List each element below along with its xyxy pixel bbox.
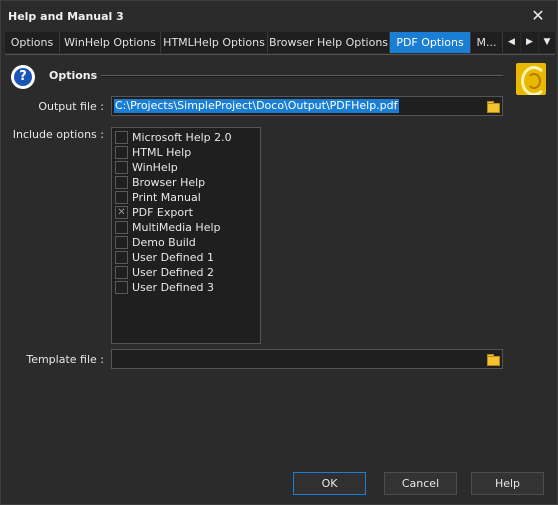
checkbox[interactable] bbox=[115, 131, 128, 144]
tab-options[interactable]: Options bbox=[5, 32, 60, 53]
ok-button[interactable]: OK bbox=[293, 472, 366, 495]
dialog-window: Help and Manual 3 ✕ Options WinHelp Opti… bbox=[0, 0, 558, 505]
tab-bar: Options WinHelp Options HTMLHelp Options… bbox=[5, 32, 555, 55]
include-option-user-defined-3[interactable]: User Defined 3 bbox=[115, 280, 255, 295]
template-file-label: Template file : bbox=[26, 353, 104, 366]
template-file-browse-folder-icon[interactable] bbox=[486, 352, 500, 366]
tab-htmlhelp-options[interactable]: HTMLHelp Options bbox=[161, 32, 268, 53]
window-title: Help and Manual 3 bbox=[8, 10, 124, 23]
checkbox[interactable] bbox=[115, 146, 128, 159]
output-file-label: Output file : bbox=[38, 100, 104, 113]
close-icon[interactable]: ✕ bbox=[523, 4, 553, 28]
cancel-button[interactable]: Cancel bbox=[384, 472, 457, 495]
checkbox[interactable] bbox=[115, 176, 128, 189]
tab-pdf-options[interactable]: PDF Options bbox=[390, 32, 471, 53]
include-option-print-manual[interactable]: Print Manual bbox=[115, 190, 255, 205]
include-options-label: Include options : bbox=[12, 128, 104, 141]
checkbox-checked[interactable]: ✕ bbox=[115, 206, 128, 219]
checkbox[interactable] bbox=[115, 221, 128, 234]
help-icon: ? bbox=[11, 65, 35, 89]
include-option-winhelp[interactable]: WinHelp bbox=[115, 160, 255, 175]
output-file-browse-folder-icon[interactable] bbox=[486, 99, 500, 113]
tab-scroll-right-icon[interactable]: ▶ bbox=[521, 32, 538, 53]
checkbox[interactable] bbox=[115, 266, 128, 279]
include-options-list[interactable]: Microsoft Help 2.0 HTML Help WinHelp Bro… bbox=[111, 127, 261, 344]
template-file-field[interactable] bbox=[111, 349, 503, 369]
tab-winhelp-options[interactable]: WinHelp Options bbox=[60, 32, 161, 53]
checkbox[interactable] bbox=[115, 191, 128, 204]
include-option-microsoft-help-2[interactable]: Microsoft Help 2.0 bbox=[115, 130, 255, 145]
tab-browser-help-options[interactable]: Browser Help Options bbox=[268, 32, 390, 53]
include-option-browser-help[interactable]: Browser Help bbox=[115, 175, 255, 190]
help-and-manual-logo-icon bbox=[516, 63, 546, 95]
tab-menu-icon[interactable]: ▼ bbox=[539, 32, 555, 53]
include-option-demo-build[interactable]: Demo Build bbox=[115, 235, 255, 250]
section-divider bbox=[101, 75, 503, 77]
title-bar: Help and Manual 3 ✕ bbox=[1, 1, 557, 31]
checkbox[interactable] bbox=[115, 236, 128, 249]
tab-scroll-left-icon[interactable]: ◀ bbox=[503, 32, 520, 53]
include-option-multimedia-help[interactable]: MultiMedia Help bbox=[115, 220, 255, 235]
checkbox[interactable] bbox=[115, 281, 128, 294]
tab-more[interactable]: M... bbox=[471, 32, 503, 53]
output-file-value: C:\Projects\SimpleProject\Doco\Output\PD… bbox=[114, 99, 399, 113]
section-title: Options bbox=[49, 69, 98, 82]
checkbox[interactable] bbox=[115, 161, 128, 174]
output-file-field[interactable]: C:\Projects\SimpleProject\Doco\Output\PD… bbox=[111, 96, 503, 116]
help-button[interactable]: Help bbox=[471, 472, 544, 495]
options-header: ? Options bbox=[11, 63, 551, 95]
include-option-html-help[interactable]: HTML Help bbox=[115, 145, 255, 160]
checkbox[interactable] bbox=[115, 251, 128, 264]
include-option-user-defined-2[interactable]: User Defined 2 bbox=[115, 265, 255, 280]
include-option-user-defined-1[interactable]: User Defined 1 bbox=[115, 250, 255, 265]
include-option-pdf-export[interactable]: ✕ PDF Export bbox=[115, 205, 255, 220]
